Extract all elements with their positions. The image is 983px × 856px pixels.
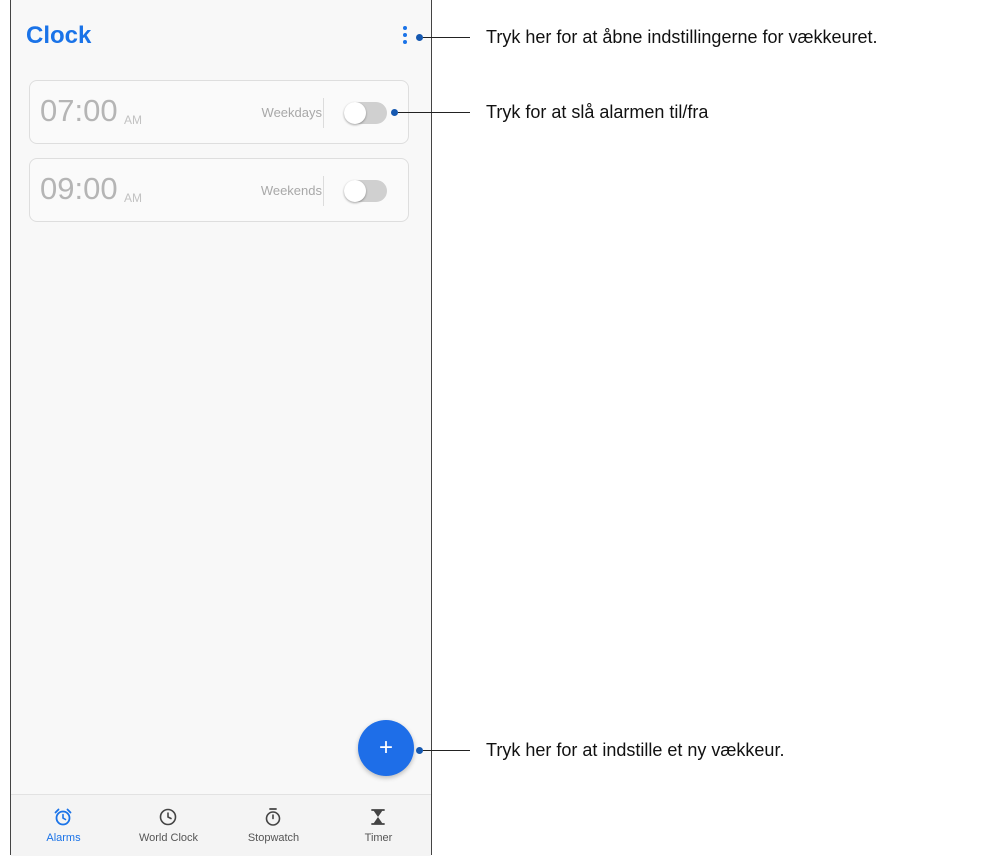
callout-text: Tryk her for at indstille et ny vækkeur. <box>486 740 785 760</box>
callout-line <box>423 750 470 751</box>
alarm-time: 07:00 <box>40 93 118 128</box>
more-vert-icon-dot <box>403 40 407 44</box>
nav-label: Stopwatch <box>247 832 300 844</box>
nav-label: Alarms <box>46 832 81 844</box>
clock-icon <box>159 808 177 826</box>
alarm-time: 09:00 <box>40 171 118 206</box>
callout-line <box>423 37 470 38</box>
more-vert-icon <box>403 26 407 30</box>
more-options-button[interactable] <box>393 24 417 52</box>
alarm-icon <box>54 808 72 826</box>
alarm-toggle[interactable] <box>344 102 387 124</box>
nav-tab-alarms[interactable]: Alarms <box>11 795 116 856</box>
alarm-item[interactable]: 09:00 AM Weekends <box>29 158 409 222</box>
callout-pointer <box>416 34 423 41</box>
toggle-knob <box>344 180 366 202</box>
nav-tab-timer[interactable]: Timer <box>326 795 431 856</box>
bottom-nav: Alarms World Clock Stopwatch Timer <box>11 794 431 856</box>
callout-pointer <box>416 747 423 754</box>
phone-screen: Clock 07:00 AM Weekdays 09:00 AM Weekend… <box>10 0 432 856</box>
divider <box>323 176 324 206</box>
alarm-toggle[interactable] <box>344 180 387 202</box>
stopwatch-icon <box>265 808 281 826</box>
hourglass-icon <box>371 809 385 825</box>
alarm-item[interactable]: 07:00 AM Weekdays <box>29 80 409 144</box>
alarm-repeat-days: Weekdays <box>261 105 322 120</box>
app-title: Clock <box>26 22 92 49</box>
plus-icon: + <box>378 734 393 761</box>
callout-pointer <box>391 109 398 116</box>
divider <box>323 98 324 128</box>
toggle-knob <box>344 102 366 124</box>
callout-text: Tryk for at slå alarmen til/fra <box>486 102 709 122</box>
nav-label: World Clock <box>138 832 199 844</box>
add-alarm-button[interactable]: + <box>358 720 414 776</box>
alarm-ampm: AM <box>124 113 142 127</box>
more-vert-icon-dot <box>403 33 407 37</box>
alarm-ampm: AM <box>124 191 142 205</box>
nav-tab-world-clock[interactable]: World Clock <box>116 795 221 856</box>
callout-text: Tryk her for at åbne indstillingerne for… <box>486 27 878 47</box>
nav-label: Timer <box>364 832 393 844</box>
alarm-repeat-days: Weekends <box>260 183 322 198</box>
callout-line <box>398 112 470 113</box>
nav-tab-stopwatch[interactable]: Stopwatch <box>221 795 326 856</box>
